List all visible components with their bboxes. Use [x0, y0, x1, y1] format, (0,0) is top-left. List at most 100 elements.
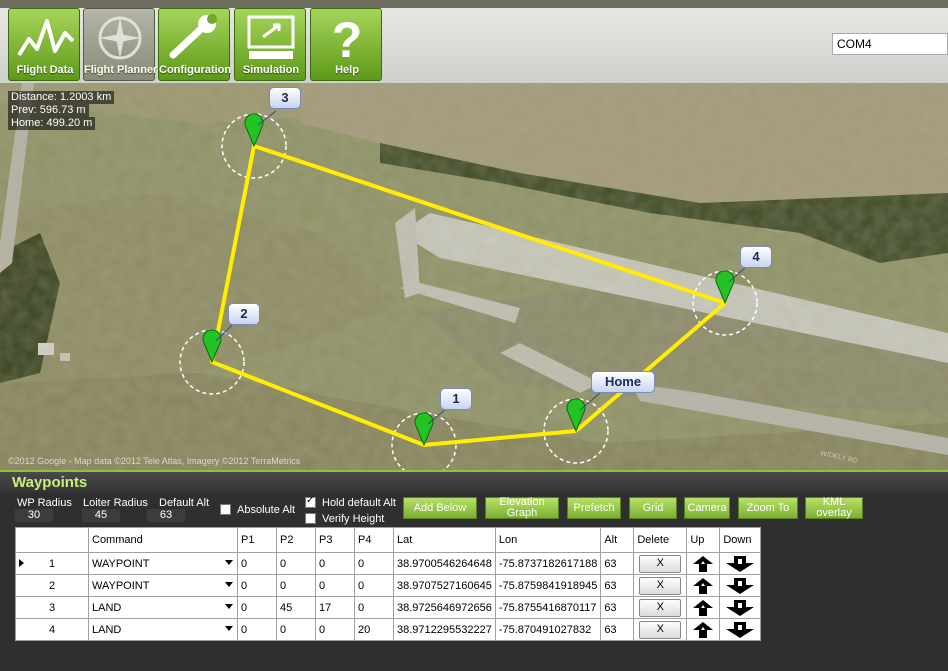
prefetch-button[interactable]: Prefetch [567, 497, 621, 519]
p1-cell[interactable]: 0 [237, 618, 277, 641]
alt-cell[interactable]: 63 [600, 618, 635, 641]
move-down-arrow-icon[interactable] [723, 621, 757, 639]
verify-height-checkbox[interactable] [305, 513, 316, 524]
kml-overlay-button[interactable]: KML overlay [805, 497, 863, 519]
waypoint-1-label[interactable]: 1 [440, 388, 472, 410]
row-number: 1 [48, 557, 56, 570]
delete-row-button[interactable]: X [639, 598, 682, 617]
column-header-alt[interactable]: Alt [600, 527, 635, 553]
row-number-cell[interactable]: 2 [15, 574, 89, 597]
hold-default-alt-checkbox[interactable] [305, 495, 316, 508]
waypoints-title: Waypoints [0, 470, 948, 492]
camera-button[interactable]: Camera [684, 497, 730, 519]
move-up-arrow-icon[interactable] [692, 577, 714, 595]
p1-cell[interactable]: 0 [237, 596, 277, 619]
move-down-arrow-icon[interactable] [723, 599, 757, 617]
move-up-arrow-icon[interactable] [692, 599, 714, 617]
row-number-cell[interactable]: 4 [15, 618, 89, 641]
table-row[interactable]: 2 WAYPOINT 0 0 0 0 38.9707527160645 -75.8759841… [15, 574, 762, 597]
command-select[interactable]: LAND [88, 618, 238, 641]
lon-cell[interactable]: -75.870491027832 [494, 618, 602, 641]
table-row[interactable]: 4 LAND 0 0 0 20 38.9712295532227 -75.8704910278… [15, 618, 762, 641]
column-header-p4[interactable]: P4 [354, 527, 394, 553]
configuration-button[interactable]: Configuration [158, 8, 231, 81]
com-port-select[interactable]: COM4 [832, 33, 948, 55]
column-header-p3[interactable]: P3 [315, 527, 355, 553]
waypoint-1-pin-icon [414, 412, 434, 447]
simulation-button[interactable]: Simulation [234, 8, 306, 81]
delete-row-button[interactable]: X [639, 554, 682, 573]
wrench-icon [169, 14, 217, 59]
chevron-down-icon [225, 626, 233, 631]
p3-cell[interactable]: 17 [315, 596, 355, 619]
column-header-lon[interactable]: Lon [494, 527, 602, 553]
p3-cell[interactable]: 0 [315, 618, 355, 641]
p1-cell[interactable]: 0 [237, 552, 277, 575]
p2-cell[interactable]: 45 [276, 596, 316, 619]
home-label[interactable]: Home [591, 371, 655, 393]
p2-cell[interactable]: 0 [276, 574, 316, 597]
lat-cell[interactable]: 38.9712295532227 [393, 618, 496, 641]
p2-cell[interactable]: 0 [276, 618, 316, 641]
p3-cell[interactable]: 0 [315, 552, 355, 575]
delete-row-button[interactable]: X [639, 576, 682, 595]
table-row[interactable]: 1 WAYPOINT 0 0 0 0 38.9700546264648 -75.8737182… [15, 552, 762, 575]
alt-cell[interactable]: 63 [600, 552, 635, 575]
elevation-graph-button[interactable]: Elevation Graph [485, 497, 559, 519]
p3-cell[interactable]: 0 [315, 574, 355, 597]
alt-cell[interactable]: 63 [600, 596, 635, 619]
alt-cell[interactable]: 63 [600, 574, 635, 597]
waypoint-3-label[interactable]: 3 [269, 87, 301, 109]
add-below-button[interactable]: Add Below [403, 497, 477, 519]
down-cell [719, 618, 762, 641]
verify-height-label: Verify Height [322, 513, 385, 525]
flight-planner-button[interactable]: Flight Planner [83, 8, 157, 81]
command-select[interactable]: WAYPOINT [88, 552, 238, 575]
up-cell [686, 618, 721, 641]
zoom-to-button[interactable]: Zoom To [738, 497, 798, 519]
command-select[interactable]: LAND [88, 596, 238, 619]
loiter-radius-input[interactable]: 45 [82, 509, 120, 522]
lon-cell[interactable]: -75.8759841918945 [494, 574, 602, 597]
p4-cell[interactable]: 0 [354, 596, 394, 619]
p1-cell[interactable]: 0 [237, 574, 277, 597]
map-view[interactable]: WIDELY RD 3 2 1 Home 4 Distance: 1.2003 … [0, 83, 948, 470]
lon-cell[interactable]: -75.8755416870117 [494, 596, 602, 619]
move-down-arrow-icon[interactable] [723, 577, 757, 595]
column-header-p1[interactable]: P1 [237, 527, 277, 553]
move-up-arrow-icon[interactable] [692, 621, 714, 639]
wp-radius-input[interactable]: 30 [15, 509, 53, 522]
command-select[interactable]: WAYPOINT [88, 574, 238, 597]
default-alt-input[interactable]: 63 [147, 509, 185, 522]
waypoints-table-body: 1 WAYPOINT 0 0 0 0 38.9700546264648 -75.8737182… [15, 552, 762, 641]
row-number-cell[interactable]: 1 [15, 552, 89, 575]
flight-data-button[interactable]: Flight Data [8, 8, 80, 81]
table-row[interactable]: 3 LAND 0 45 17 0 38.9725646972656 -75.875541687… [15, 596, 762, 619]
lat-cell[interactable]: 38.9700546264648 [393, 552, 496, 575]
lat-cell[interactable]: 38.9725646972656 [393, 596, 496, 619]
waypoint-3-pin-icon [244, 113, 264, 148]
column-header-p2[interactable]: P2 [276, 527, 316, 553]
p4-cell[interactable]: 0 [354, 574, 394, 597]
row-number-cell[interactable]: 3 [15, 596, 89, 619]
column-header-command[interactable]: Command [88, 527, 238, 553]
move-down-arrow-icon[interactable] [723, 555, 757, 573]
chevron-down-icon [225, 560, 233, 565]
help-button[interactable]: ? Help [310, 8, 382, 81]
absolute-alt-checkbox[interactable] [220, 504, 231, 515]
column-header-lat[interactable]: Lat [393, 527, 496, 553]
p4-cell[interactable]: 20 [354, 618, 394, 641]
lat-cell[interactable]: 38.9707527160645 [393, 574, 496, 597]
p4-cell[interactable]: 0 [354, 552, 394, 575]
delete-row-button[interactable]: X [639, 620, 682, 639]
waypoint-2-pin-icon [202, 329, 222, 364]
waypoint-4-label[interactable]: 4 [740, 246, 772, 268]
move-up-arrow-icon[interactable] [692, 555, 714, 573]
grid-button[interactable]: Grid [629, 497, 677, 519]
p2-cell[interactable]: 0 [276, 552, 316, 575]
hold-default-alt-label: Hold default Alt [322, 497, 396, 509]
waypoints-panel: Waypoints WP Radius 30 Loiter Radius 45 … [0, 470, 948, 671]
waypoint-2-label[interactable]: 2 [228, 303, 260, 325]
lon-cell[interactable]: -75.8737182617188 [494, 552, 602, 575]
compass-icon [98, 16, 142, 60]
